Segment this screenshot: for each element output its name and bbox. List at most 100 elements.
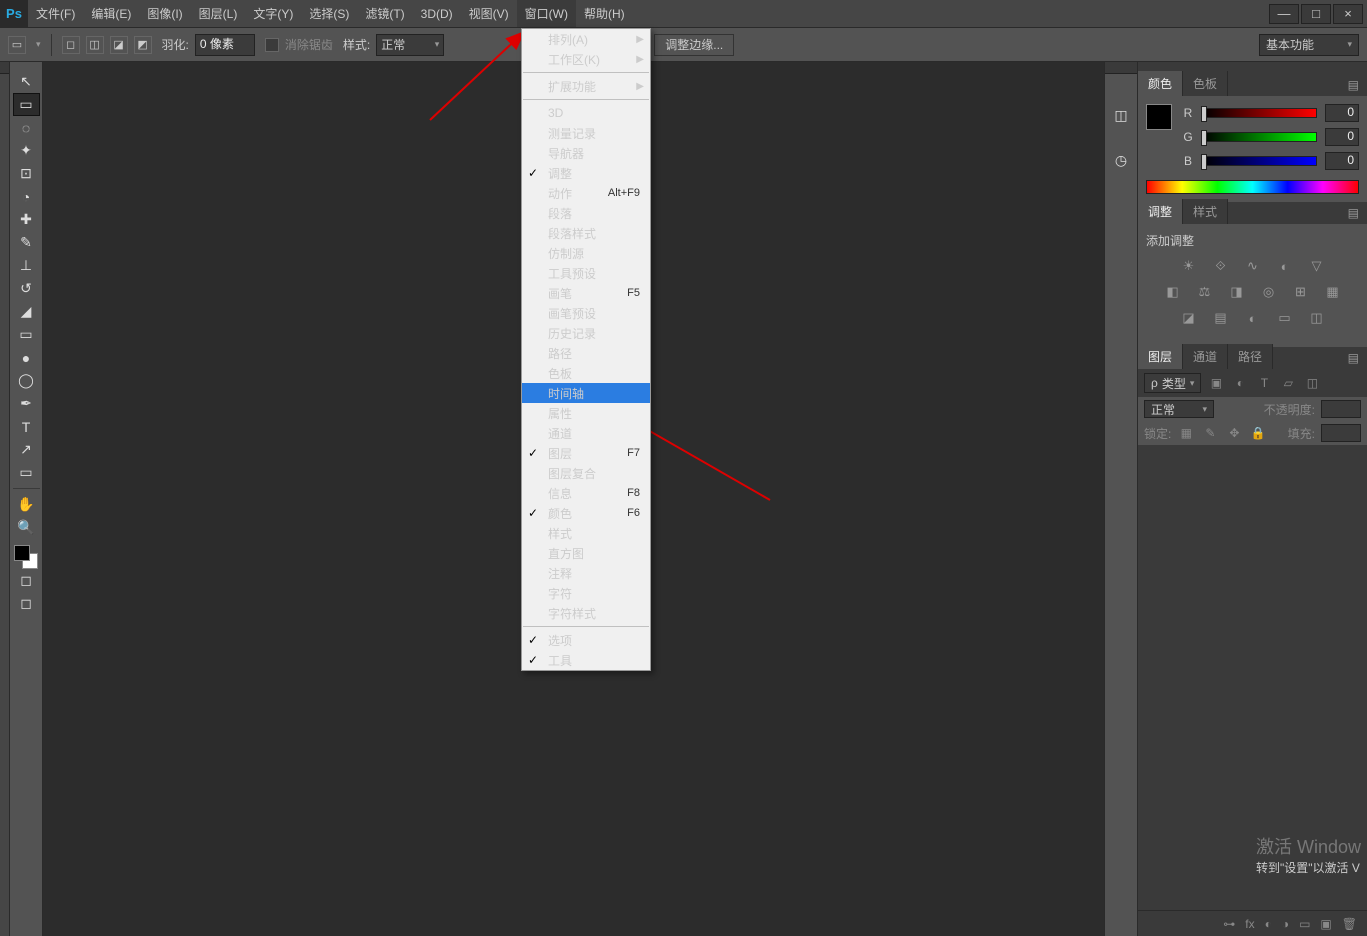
spot-heal-tool[interactable]: ✚ xyxy=(13,208,40,231)
menu-item-18[interactable]: 色板 xyxy=(522,363,650,383)
style-select[interactable]: 正常▾ xyxy=(376,34,444,56)
maximize-button[interactable]: □ xyxy=(1301,4,1331,24)
hue-icon[interactable]: ◧ xyxy=(1164,283,1182,301)
menu-item-10[interactable]: 段落 xyxy=(522,203,650,223)
minimize-button[interactable]: — xyxy=(1269,4,1299,24)
quickmask-icon[interactable]: ◻ xyxy=(13,569,40,592)
menu-item-12[interactable]: 仿制源 xyxy=(522,243,650,263)
menu-item-29[interactable]: 字符 xyxy=(522,583,650,603)
menu-8[interactable]: 视图(V) xyxy=(461,0,517,27)
path-select-tool[interactable]: ↗ xyxy=(13,438,40,461)
menu-0[interactable]: 文件(F) xyxy=(28,0,83,27)
hand-tool[interactable]: ✋ xyxy=(13,493,40,516)
lasso-tool[interactable]: ◌ xyxy=(13,116,40,139)
tab-styles[interactable]: 样式 xyxy=(1183,199,1228,224)
menu-10[interactable]: 帮助(H) xyxy=(576,0,633,27)
tab-swatches[interactable]: 色板 xyxy=(1183,71,1228,96)
move-tool[interactable]: ↖ xyxy=(13,70,40,93)
photo-filter-icon[interactable]: ◎ xyxy=(1260,283,1278,301)
link-icon[interactable]: ⊶ xyxy=(1223,917,1235,931)
marquee-tool[interactable]: ▭ xyxy=(13,93,40,116)
mask-icon[interactable]: ◐ xyxy=(1265,917,1272,931)
menu-4[interactable]: 文字(Y) xyxy=(245,0,301,27)
b-slider[interactable] xyxy=(1202,156,1317,166)
magic-wand-tool[interactable]: ✦ xyxy=(13,139,40,162)
brightness-icon[interactable]: ☀ xyxy=(1180,257,1198,275)
gradient-tool[interactable]: ▭ xyxy=(13,323,40,346)
filter-shape-icon[interactable]: ▱ xyxy=(1279,374,1297,392)
blur-tool[interactable]: ● xyxy=(13,346,40,369)
r-value[interactable]: 0 xyxy=(1325,104,1359,122)
posterize-icon[interactable]: ▤ xyxy=(1212,309,1230,327)
sel-intersect-icon[interactable]: ◩ xyxy=(134,36,152,54)
menu-item-15[interactable]: 画笔预设 xyxy=(522,303,650,323)
opacity-input[interactable] xyxy=(1321,400,1361,418)
layers-panel-menu-icon[interactable]: ▤ xyxy=(1340,347,1367,369)
zoom-tool[interactable]: 🔍 xyxy=(13,516,40,539)
refine-edge-button[interactable]: 调整边缘... xyxy=(654,34,734,56)
exposure-icon[interactable]: ◐ xyxy=(1276,257,1294,275)
menu-item-21[interactable]: 通道 xyxy=(522,423,650,443)
levels-icon[interactable]: ⟐ xyxy=(1212,257,1230,275)
menu-item-17[interactable]: 路径 xyxy=(522,343,650,363)
menu-item-22[interactable]: ✓图层F7 xyxy=(522,443,650,463)
menu-item-24[interactable]: 信息F8 xyxy=(522,483,650,503)
color-panel-menu-icon[interactable]: ▤ xyxy=(1340,74,1367,96)
lock-all-icon[interactable]: 🔒 xyxy=(1249,424,1267,442)
g-slider[interactable] xyxy=(1202,132,1317,142)
menu-item-27[interactable]: 直方图 xyxy=(522,543,650,563)
menu-2[interactable]: 图像(I) xyxy=(139,0,190,27)
g-value[interactable]: 0 xyxy=(1325,128,1359,146)
menu-item-20[interactable]: 属性 xyxy=(522,403,650,423)
trash-icon[interactable]: 🗑 xyxy=(1342,917,1357,931)
history-brush-tool[interactable]: ↺ xyxy=(13,277,40,300)
filter-adjust-icon[interactable]: ◐ xyxy=(1231,374,1249,392)
menu-item-1[interactable]: 工作区(K)▶ xyxy=(522,49,650,69)
menu-item-13[interactable]: 工具预设 xyxy=(522,263,650,283)
channel-mixer-icon[interactable]: ⊞ xyxy=(1292,283,1310,301)
menu-9[interactable]: 窗口(W) xyxy=(517,0,576,27)
group-icon[interactable]: ▭ xyxy=(1299,917,1310,931)
menu-item-33[interactable]: ✓工具 xyxy=(522,650,650,670)
layer-kind-select[interactable]: ρ 类型 ▾ xyxy=(1144,373,1201,393)
eyedropper-tool[interactable]: ◔ xyxy=(13,185,40,208)
balance-icon[interactable]: ⚖ xyxy=(1196,283,1214,301)
new-adjust-icon[interactable]: ◑ xyxy=(1282,917,1289,931)
bw-icon[interactable]: ◨ xyxy=(1228,283,1246,301)
filter-type-icon[interactable]: T xyxy=(1255,374,1273,392)
workspace-select[interactable]: 基本功能▾ xyxy=(1259,34,1359,56)
gradient-map-icon[interactable]: ▭ xyxy=(1276,309,1294,327)
color-swatch[interactable] xyxy=(14,545,38,569)
fx-icon[interactable]: fx xyxy=(1245,917,1254,931)
menu-item-11[interactable]: 段落样式 xyxy=(522,223,650,243)
menu-item-6[interactable]: 测量记录 xyxy=(522,123,650,143)
r-slider[interactable] xyxy=(1202,108,1317,118)
filter-smart-icon[interactable]: ◫ xyxy=(1303,374,1321,392)
tool-preset-dropdown-icon[interactable]: ▾ xyxy=(36,39,41,50)
stamp-tool[interactable]: ⊥ xyxy=(13,254,40,277)
tab-color[interactable]: 颜色 xyxy=(1138,71,1183,96)
menu-item-19[interactable]: 时间轴 xyxy=(522,383,650,403)
filter-image-icon[interactable]: ▣ xyxy=(1207,374,1225,392)
sel-new-icon[interactable]: ◻ xyxy=(62,36,80,54)
menu-item-16[interactable]: 历史记录 xyxy=(522,323,650,343)
lock-paint-icon[interactable]: ✎ xyxy=(1201,424,1219,442)
sel-add-icon[interactable]: ◫ xyxy=(86,36,104,54)
menu-item-28[interactable]: 注释 xyxy=(522,563,650,583)
shape-tool[interactable]: ▭ xyxy=(13,461,40,484)
antialias-checkbox[interactable] xyxy=(265,38,279,52)
tab-paths[interactable]: 路径 xyxy=(1228,344,1273,369)
menu-item-32[interactable]: ✓选项 xyxy=(522,630,650,650)
invert-icon[interactable]: ◪ xyxy=(1180,309,1198,327)
lock-move-icon[interactable]: ✥ xyxy=(1225,424,1243,442)
brush-tool[interactable]: ✎ xyxy=(13,231,40,254)
menu-item-7[interactable]: 导航器 xyxy=(522,143,650,163)
marquee-tool-icon[interactable]: ▭ xyxy=(8,36,26,54)
feather-input[interactable]: 0 像素 xyxy=(195,34,255,56)
lock-transparent-icon[interactable]: ▦ xyxy=(1177,424,1195,442)
adjustments-panel-menu-icon[interactable]: ▤ xyxy=(1340,202,1367,224)
eraser-tool[interactable]: ◢ xyxy=(13,300,40,323)
menu-1[interactable]: 编辑(E) xyxy=(83,0,139,27)
threshold-icon[interactable]: ◐ xyxy=(1244,309,1262,327)
menu-7[interactable]: 3D(D) xyxy=(413,0,461,27)
